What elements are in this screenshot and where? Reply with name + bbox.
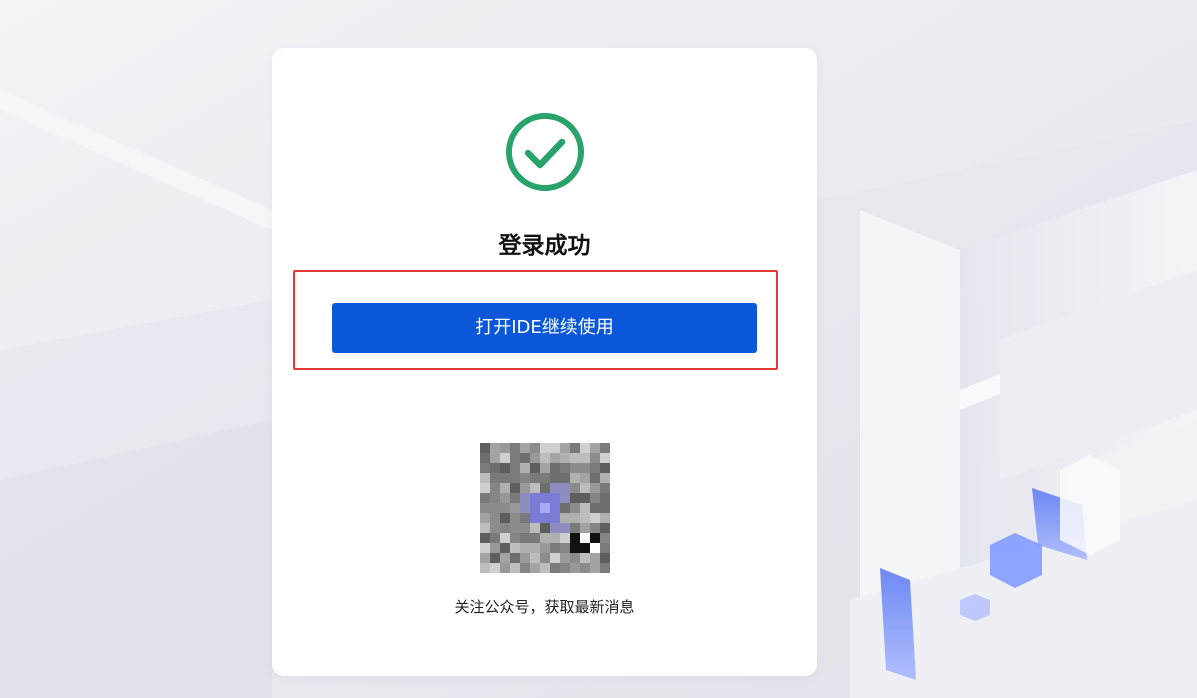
- open-ide-button[interactable]: 打开IDE继续使用: [332, 303, 757, 353]
- login-success-card: 登录成功 打开IDE继续使用 关注公众号，获取最新消息: [272, 48, 817, 676]
- check-circle-icon: [506, 113, 584, 191]
- page-title: 登录成功: [498, 233, 591, 259]
- qr-code-image: [470, 433, 620, 583]
- qr-caption: 关注公众号，获取最新消息: [454, 598, 635, 616]
